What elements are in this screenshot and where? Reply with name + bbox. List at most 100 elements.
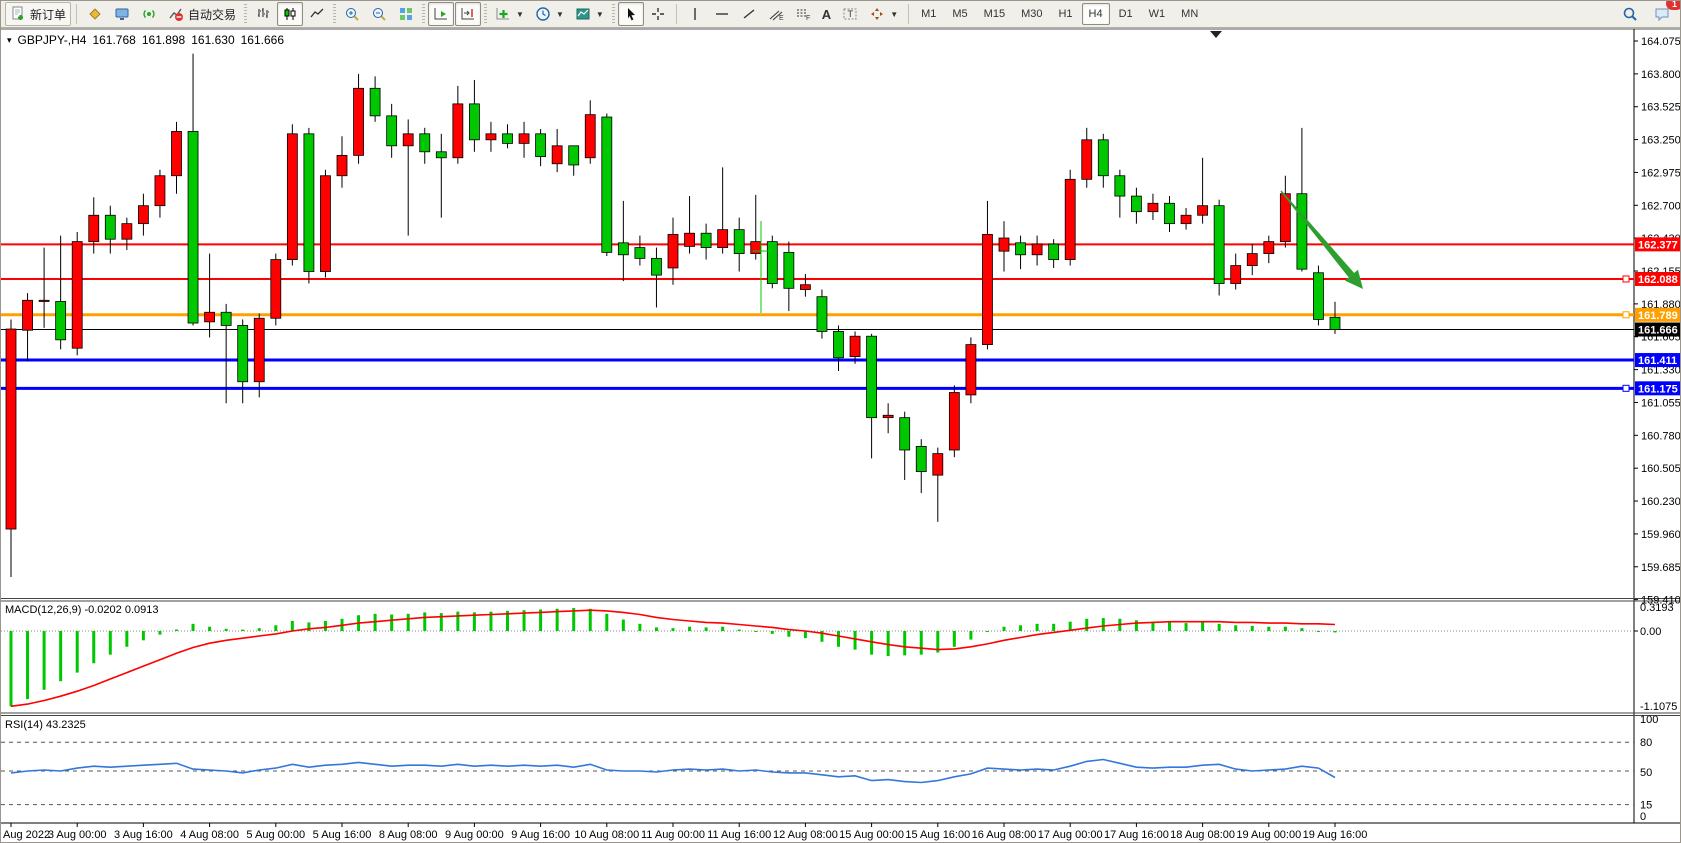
price-axis-label: 162.975	[1641, 167, 1681, 179]
price-axis-label: 162.700	[1641, 200, 1681, 212]
candle	[651, 258, 661, 275]
chart-shift-button[interactable]	[455, 2, 481, 26]
candle	[933, 454, 943, 476]
market-watch-button[interactable]	[109, 2, 135, 26]
signals-icon	[141, 6, 157, 22]
auto-scroll-button[interactable]	[428, 2, 454, 26]
candle	[718, 230, 728, 248]
trendline-tool-button[interactable]	[736, 2, 762, 26]
auto-trading-button[interactable]: 自动交易	[163, 2, 241, 26]
price-axis-label: 160.230	[1641, 496, 1681, 508]
cursor-tool-button[interactable]	[618, 2, 644, 26]
crosshair-icon	[650, 6, 666, 22]
candle	[800, 285, 810, 290]
price-level-badge-text: 161.175	[1638, 383, 1678, 395]
timeframe-button-d1[interactable]: D1	[1112, 3, 1140, 25]
text-label-tool-button[interactable]: T	[837, 2, 863, 26]
candle	[784, 252, 794, 288]
chevron-down-icon: ▼	[890, 10, 898, 19]
time-axis-label: 9 Aug 00:00	[445, 829, 504, 841]
signals-button[interactable]	[136, 2, 162, 26]
toolbar-separator	[676, 4, 677, 24]
text-tool-button[interactable]: A	[817, 2, 836, 26]
time-axis-label: Aug 2022	[3, 829, 50, 841]
candle	[39, 300, 49, 301]
price-axis-label: 163.800	[1641, 69, 1681, 81]
new-order-label: 新订单	[30, 6, 66, 23]
candle	[1313, 273, 1323, 320]
candle	[966, 345, 976, 395]
candle	[1264, 242, 1274, 254]
timeframe-button-h1[interactable]: H1	[1051, 3, 1079, 25]
zoom-in-button[interactable]	[339, 2, 365, 26]
chat-button[interactable]: 1	[1649, 2, 1676, 26]
search-button[interactable]	[1617, 2, 1643, 26]
time-axis-label: 3 Aug 00:00	[48, 829, 107, 841]
time-axis-label: 15 Aug 16:00	[905, 829, 970, 841]
time-axis-label: 18 Aug 08:00	[1170, 829, 1235, 841]
templates-button[interactable]: ▼	[570, 2, 609, 26]
line-handle[interactable]	[1623, 385, 1629, 391]
timeframe-button-h4[interactable]: H4	[1082, 3, 1110, 25]
chart-canvas[interactable]: 164.075163.800163.525163.250162.975162.7…	[1, 28, 1681, 843]
periods-button[interactable]: ▼	[530, 2, 569, 26]
candle	[602, 117, 612, 252]
candle	[172, 131, 182, 175]
candlestick-chart-type-button[interactable]	[277, 2, 303, 26]
timeframe-button-m5[interactable]: M5	[945, 3, 974, 25]
zoom-out-button[interactable]	[366, 2, 392, 26]
line-chart-type-button[interactable]	[304, 2, 330, 26]
search-icon	[1622, 6, 1638, 22]
candle	[1131, 196, 1141, 212]
arrows-tool-button[interactable]: ▼	[864, 2, 903, 26]
crosshair-tool-button[interactable]	[645, 2, 671, 26]
line-handle[interactable]	[1623, 276, 1629, 282]
candle	[900, 418, 910, 450]
candle	[1065, 179, 1075, 259]
candle	[254, 318, 264, 381]
toolbar-grip	[333, 4, 336, 24]
candle	[883, 415, 893, 417]
metaeditor-button[interactable]	[82, 2, 108, 26]
candle	[436, 152, 446, 158]
rsi-axis-label: 80	[1640, 737, 1652, 749]
auto-scroll-icon	[433, 6, 449, 22]
chart-window[interactable]: ▾ GBPJPY-,H4 161.768 161.898 161.630 161…	[1, 28, 1681, 843]
candle	[205, 312, 215, 322]
bar-chart-type-button[interactable]	[250, 2, 276, 26]
candle	[1165, 203, 1175, 223]
price-axis-label: 159.960	[1641, 529, 1681, 541]
candle	[453, 104, 463, 158]
svg-text:T: T	[848, 9, 854, 19]
fibonacci-tool-button[interactable]: F	[790, 2, 816, 26]
timeframe-button-m1[interactable]: M1	[914, 3, 943, 25]
time-axis: Aug 20223 Aug 00:003 Aug 16:004 Aug 08:0…	[3, 823, 1367, 841]
price-axis-label: 161.055	[1641, 397, 1681, 409]
candle	[916, 446, 926, 471]
timeframe-button-m30[interactable]: M30	[1014, 3, 1049, 25]
rsi-label: RSI(14) 43.2325	[5, 719, 86, 731]
fibonacci-icon: F	[795, 6, 811, 22]
candle	[6, 329, 16, 529]
tile-windows-button[interactable]	[393, 2, 419, 26]
line-handle[interactable]	[1623, 312, 1629, 318]
macd-label: MACD(12,26,9) -0.0202 0.0913	[5, 604, 158, 616]
candle	[1214, 206, 1224, 284]
rsi-axis-label: 50	[1640, 767, 1652, 779]
new-order-button[interactable]: 新订单	[5, 2, 71, 26]
metaeditor-icon	[87, 6, 103, 22]
macd-axis-zero: 0.00	[1640, 626, 1661, 638]
time-axis-label: 9 Aug 16:00	[511, 829, 570, 841]
candle	[949, 393, 959, 450]
candle	[668, 234, 678, 268]
timeframe-button-mn[interactable]: MN	[1174, 3, 1205, 25]
candle	[138, 206, 148, 224]
timeframe-button-w1[interactable]: W1	[1142, 3, 1173, 25]
indicators-button[interactable]: ▼	[490, 2, 529, 26]
horizontal-line-tool-button[interactable]	[709, 2, 735, 26]
candle	[1181, 215, 1191, 223]
equidistant-channel-tool-button[interactable]: E	[763, 2, 789, 26]
timeframe-button-m15[interactable]: M15	[977, 3, 1012, 25]
candle	[1082, 140, 1092, 180]
vertical-line-tool-button[interactable]	[682, 2, 708, 26]
